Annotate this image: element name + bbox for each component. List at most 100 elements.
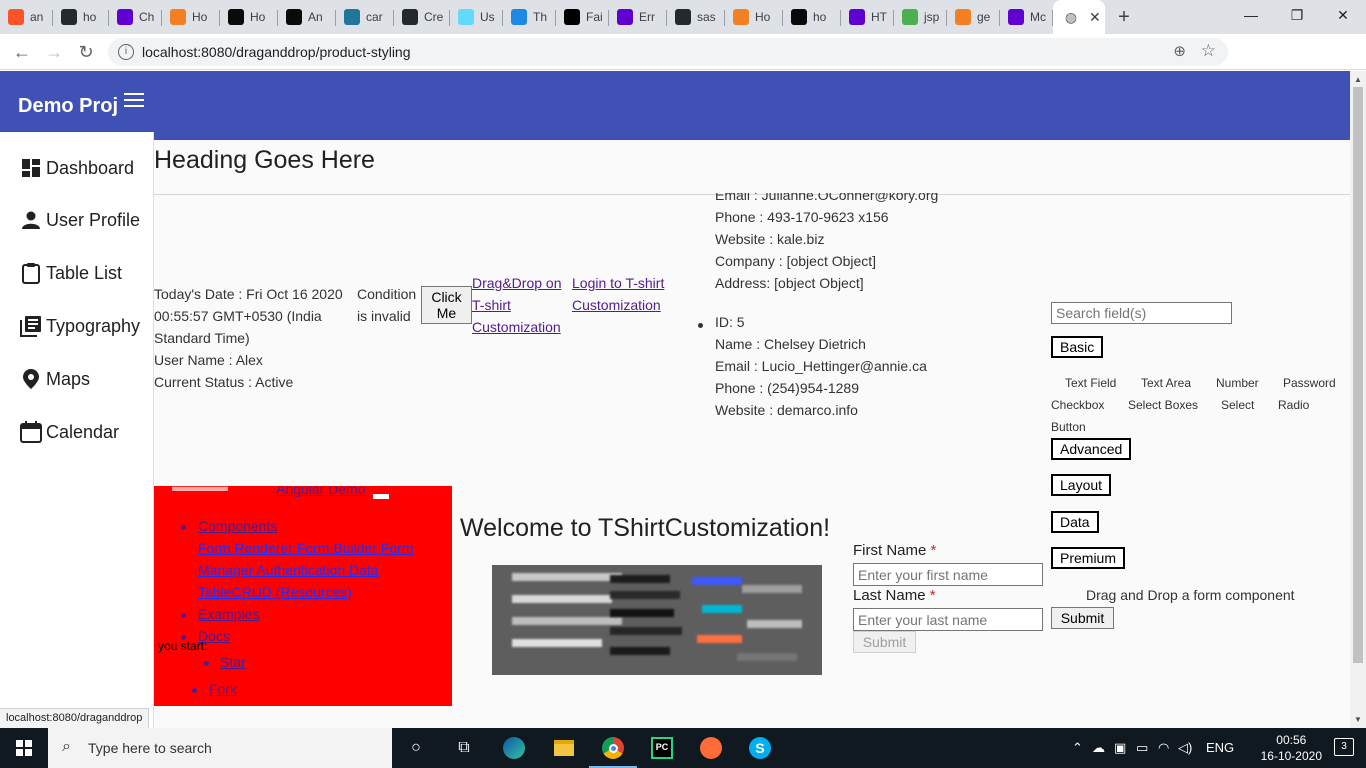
scroll-down-arrow[interactable]: ▼ [1354,715,1362,724]
browser-tab[interactable]: Th [503,0,556,34]
component-select-boxes[interactable]: Select Boxes [1128,398,1198,412]
site-info-icon[interactable]: i [118,44,134,60]
sidebar-item-table-list[interactable]: Table List [20,259,122,287]
fork-link[interactable]: Fork [209,678,237,700]
chrome-icon[interactable] [589,734,637,768]
user-list: Email : Julianne.OConner@kory.org Phone :… [694,193,1024,485]
browser-tab[interactable]: Cre [394,0,450,34]
sidebar-item-dashboard[interactable]: Dashboard [20,154,134,182]
page-scrollbar[interactable]: ▲ ▼ [1350,71,1366,728]
close-tab-icon[interactable]: ✕ [1089,9,1101,26]
sidebar-item-typography[interactable]: Typography [20,312,140,340]
group-basic-button[interactable]: Basic [1051,336,1104,358]
browser-tab[interactable]: Err [609,0,667,34]
group-layout-button[interactable]: Layout [1051,474,1112,496]
browser-tab[interactable]: Ho [220,0,278,34]
browser-tab[interactable]: ho [53,0,109,34]
meet-now-icon[interactable]: ▣ [1114,740,1126,756]
postman-icon[interactable] [697,734,725,762]
last-name-input[interactable] [853,608,1043,631]
skype-icon[interactable]: S [746,734,774,762]
browser-tab[interactable]: Us [450,0,503,34]
bookmark-star-icon[interactable]: ☆ [1201,41,1216,61]
component-checkbox[interactable]: Checkbox [1051,398,1104,412]
edge-icon[interactable] [500,734,528,762]
hamburger-menu-icon[interactable] [124,93,144,109]
onedrive-icon[interactable]: ☁ [1092,740,1105,756]
browser-tab[interactable]: Ho [162,0,220,34]
browser-tab-label: ge [977,10,991,24]
forward-button[interactable]: → [42,40,66,64]
start-button[interactable] [0,728,48,768]
volume-icon[interactable]: ◁) [1178,740,1192,756]
builder-submit-button[interactable]: Submit [1051,607,1114,629]
browser-tab[interactable]: Ch [109,0,162,34]
browser-tab[interactable]: ge [947,0,1000,34]
file-explorer-icon[interactable] [550,734,578,762]
task-view-icon[interactable]: ⧉ [450,734,478,762]
sidebar-item-maps[interactable]: Maps [20,365,90,393]
url-text[interactable]: localhost:8080/draganddrop/product-styli… [142,44,411,60]
browser-tab[interactable]: sas [667,0,725,34]
form-submit-button-disabled[interactable]: Submit [853,631,916,653]
browser-tab[interactable]: car [336,0,394,34]
scrollbar-thumb[interactable] [1353,87,1363,663]
browser-tab[interactable]: Mc [1000,0,1053,34]
reload-button[interactable]: ↻ [74,40,98,64]
component-text-field[interactable]: Text Field [1065,376,1116,390]
component-text-area[interactable]: Text Area [1141,376,1191,390]
login-link[interactable]: Login to T-shirt Customization [572,272,672,316]
component-button[interactable]: Button [1051,420,1086,434]
clock[interactable]: 00:56 16-10-2020 [1261,732,1322,764]
battery-icon[interactable]: ▭ [1136,740,1148,756]
dnd-link[interactable]: Drag&Drop on T-shirt Customization [472,272,572,338]
wifi-icon[interactable]: ◠ [1158,740,1169,756]
examples-link[interactable]: Examples [198,603,259,625]
click-me-button[interactable]: Click Me [421,286,472,324]
scroll-up-arrow[interactable]: ▲ [1354,75,1362,84]
calendar-icon [20,421,42,443]
language-indicator[interactable]: ENG [1206,740,1234,755]
angular-demo-link[interactable]: Angular Demo [276,486,366,500]
maximize-button[interactable]: ❐ [1274,0,1320,30]
close-window-button[interactable]: ✕ [1320,0,1366,30]
zoom-icon[interactable]: ⊕ [1173,42,1186,60]
first-name-input[interactable] [853,563,1043,586]
sidebar-item-calendar[interactable]: Calendar [20,418,119,446]
minimize-button[interactable]: — [1228,0,1274,30]
group-advanced-button[interactable]: Advanced [1051,438,1132,460]
component-select[interactable]: Select [1221,398,1254,412]
sidebar-item-user-profile[interactable]: User Profile [20,206,140,234]
builder-search-input[interactable] [1051,302,1232,324]
components-sublinks[interactable]: Form Renderer Form Builder Form Manager … [198,537,438,603]
address-bar[interactable]: i localhost:8080/draganddrop/product-sty… [108,38,1228,66]
browser-tab[interactable]: HT [841,0,894,34]
cortana-icon[interactable]: ○ [402,734,430,762]
group-premium-button[interactable]: Premium [1051,547,1126,569]
browser-tab[interactable]: Fai [556,0,609,34]
group-data-button[interactable]: Data [1051,511,1099,533]
new-tab-button[interactable]: + [1109,0,1139,34]
browser-tab[interactable]: an [0,0,53,34]
browser-tab[interactable]: An [278,0,336,34]
component-password[interactable]: Password [1283,376,1336,390]
component-number[interactable]: Number [1216,376,1259,390]
star-link[interactable]: Star [220,651,246,673]
browser-tab[interactable]: ho [783,0,841,34]
browser-tab-label: Err [639,10,655,24]
toggle-button[interactable] [373,494,389,499]
components-link[interactable]: Components [198,515,277,537]
browser-tab-label: Cre [424,10,444,24]
browser-tab[interactable]: jsp [894,0,947,34]
bullet [204,661,209,666]
show-hidden-icons-icon[interactable]: ⌃ [1072,740,1083,756]
drop-zone-hint[interactable]: Drag and Drop a form component [1086,587,1295,603]
component-radio[interactable]: Radio [1278,398,1309,412]
active-tab[interactable]: ◍ ✕ [1053,0,1105,34]
browser-toolbar: ← → ↻ i localhost:8080/draganddrop/produ… [0,34,1366,98]
back-button[interactable]: ← [10,40,34,64]
taskbar-search[interactable]: ⌕ Type here to search [48,728,392,768]
notification-center-icon[interactable]: 3 [1334,738,1354,756]
pycharm-icon[interactable]: PC [648,734,676,762]
browser-tab[interactable]: Ho [725,0,783,34]
